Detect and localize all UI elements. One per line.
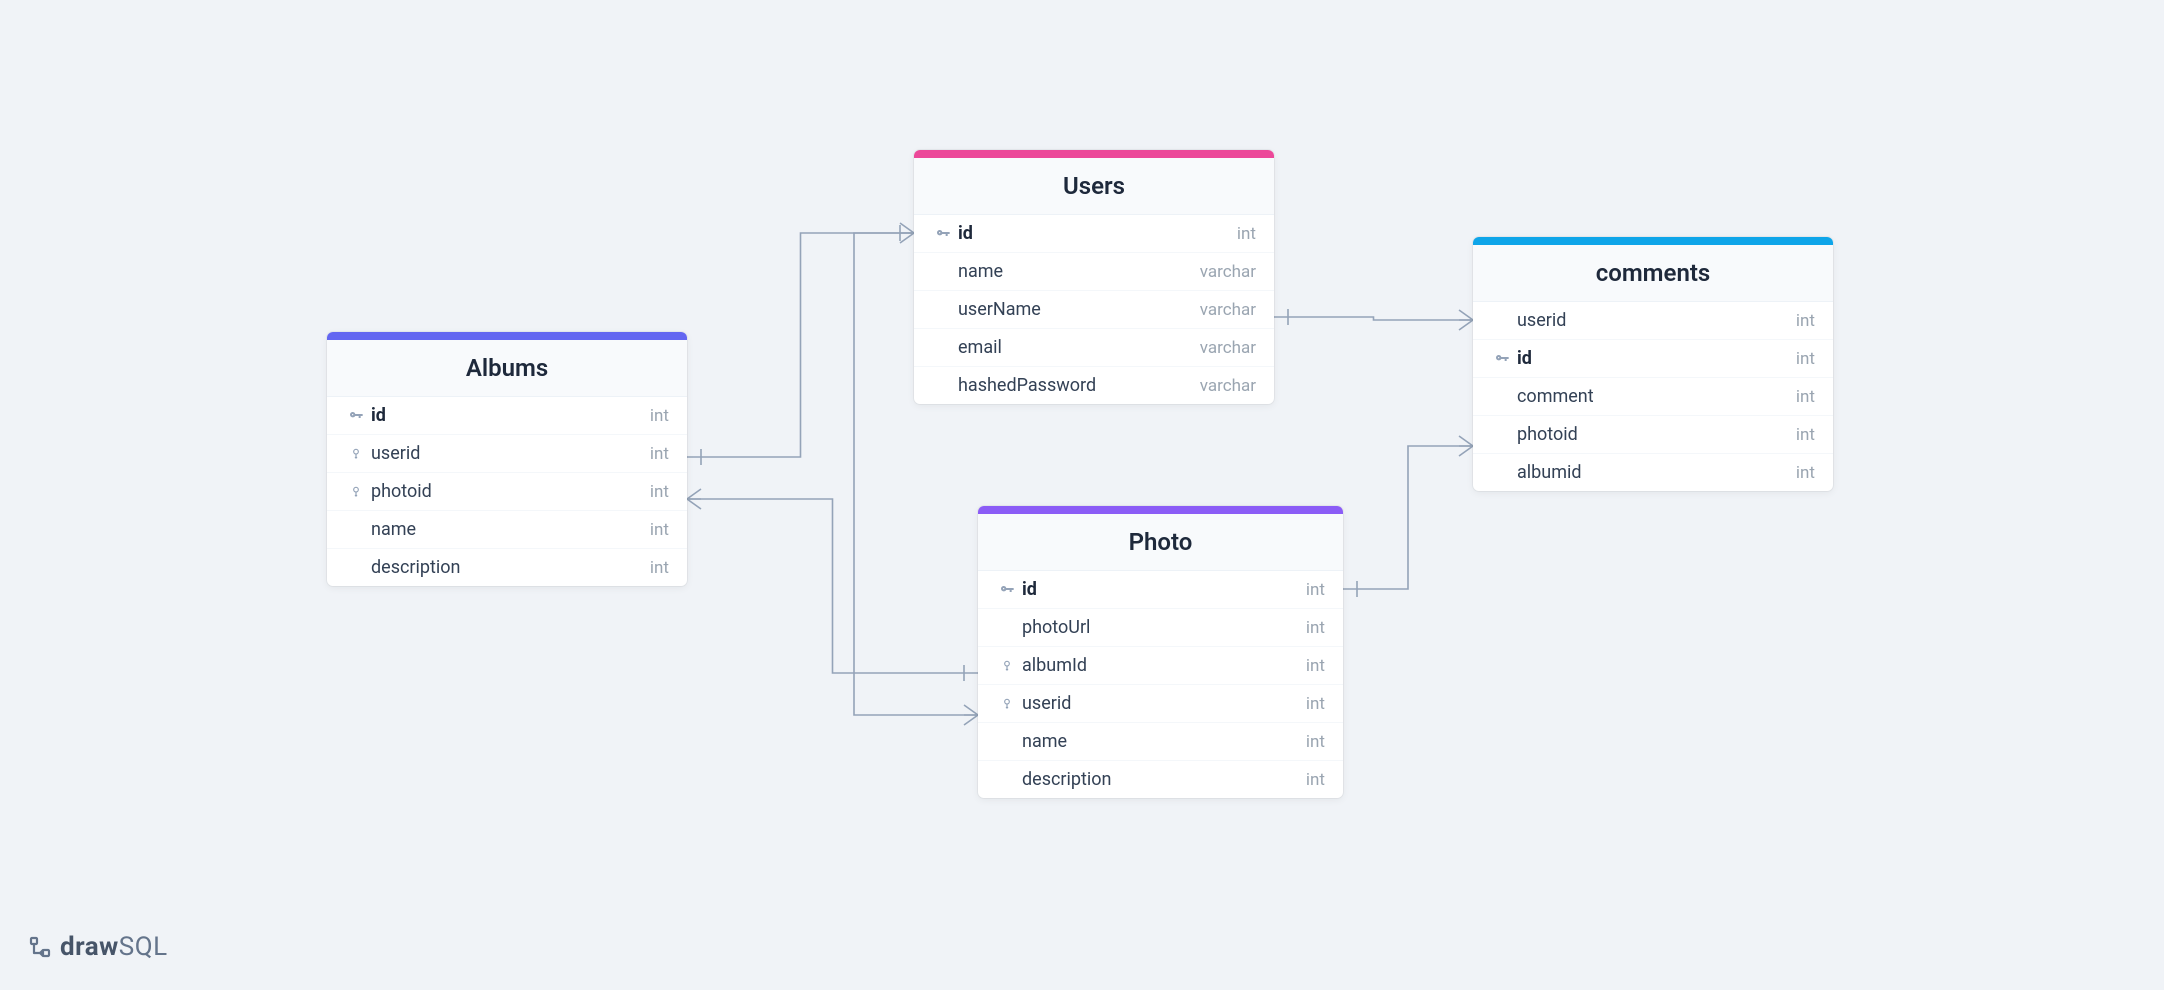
column-name: hashedPassword [954,375,1200,396]
column-type: int [1796,425,1815,445]
column-name: photoUrl [1018,617,1306,638]
table-column-row[interactable]: idint [978,571,1343,609]
column-name: id [1018,579,1306,600]
column-name: description [367,557,650,578]
table-column-row[interactable]: idint [914,215,1274,253]
table-column-row[interactable]: idint [327,397,687,435]
table-column-row[interactable]: descriptionint [327,549,687,586]
column-name: userid [1018,693,1306,714]
column-name: comment [1513,386,1796,407]
table-column-row[interactable]: useridint [978,685,1343,723]
column-type: int [1796,311,1815,331]
column-name: userName [954,299,1200,320]
column-name: userid [1513,310,1796,331]
foreign-key-icon [345,485,367,499]
table-column-row[interactable]: useridint [327,435,687,473]
foreign-key-icon [996,659,1018,673]
column-type: int [1237,224,1256,244]
column-type: int [650,558,669,578]
column-type: int [1306,618,1325,638]
table-column-row[interactable]: photoidint [1473,416,1833,454]
column-type: int [650,444,669,464]
primary-key-icon [996,582,1018,598]
logo-text-sql: SQL [119,932,168,962]
column-name: photoid [1513,424,1796,445]
column-name: albumid [1513,462,1796,483]
column-name: userid [367,443,650,464]
logo-text-draw: draw [60,932,119,962]
column-name: name [1018,731,1306,752]
table-column-row[interactable]: emailvarchar [914,329,1274,367]
table-color-bar [1473,237,1833,245]
table-column-row[interactable]: nameint [327,511,687,549]
column-type: int [1306,580,1325,600]
connection-line [687,233,914,457]
table-title[interactable]: Users [914,158,1274,215]
diagram-canvas[interactable]: Albumsidintuseridintphotoidintnameintdes… [0,0,2164,990]
crows-foot-icon [687,489,701,509]
table-column-row[interactable]: descriptionint [978,761,1343,798]
foreign-key-icon [345,447,367,461]
table-users[interactable]: UsersidintnamevarcharuserNamevarcharemai… [914,150,1274,404]
table-column-row[interactable]: photoUrlint [978,609,1343,647]
table-albums[interactable]: Albumsidintuseridintphotoidintnameintdes… [327,332,687,586]
column-type: varchar [1200,300,1256,320]
table-column-row[interactable]: useridint [1473,302,1833,340]
table-column-row[interactable]: nameint [978,723,1343,761]
crows-foot-icon [1459,310,1473,330]
table-column-row[interactable]: photoidint [327,473,687,511]
column-type: varchar [1200,262,1256,282]
primary-key-icon [1491,351,1513,367]
primary-key-icon [932,226,954,242]
table-column-row[interactable]: hashedPasswordvarchar [914,367,1274,404]
column-name: id [367,405,650,426]
connections-layer [0,0,2164,990]
logo-icon [28,935,52,959]
foreign-key-icon [996,697,1018,711]
column-name: name [954,261,1200,282]
table-column-row[interactable]: commentint [1473,378,1833,416]
column-type: int [650,406,669,426]
column-name: id [1513,348,1796,369]
table-comments[interactable]: commentsuseridintidintcommentintphotoidi… [1473,237,1833,491]
connection-line [1274,317,1473,320]
table-color-bar [327,332,687,340]
crows-foot-icon [964,705,978,725]
column-name: email [954,337,1200,358]
table-color-bar [914,150,1274,158]
connection-line [687,499,978,673]
column-name: description [1018,769,1306,790]
column-name: name [367,519,650,540]
column-name: albumId [1018,655,1306,676]
table-column-row[interactable]: albumIdint [978,647,1343,685]
column-type: int [1796,387,1815,407]
crows-foot-icon [900,223,914,243]
column-type: int [1796,463,1815,483]
column-type: int [1306,656,1325,676]
column-type: varchar [1200,376,1256,396]
column-name: id [954,223,1237,244]
column-name: photoid [367,481,650,502]
connection-line [1343,446,1473,589]
table-column-row[interactable]: namevarchar [914,253,1274,291]
table-photo[interactable]: PhotoidintphotoUrlintalbumIdintuseridint… [978,506,1343,798]
column-type: int [650,520,669,540]
crows-foot-icon [1459,436,1473,456]
table-color-bar [978,506,1343,514]
table-column-row[interactable]: idint [1473,340,1833,378]
column-type: int [1306,770,1325,790]
column-type: int [1796,349,1815,369]
table-title[interactable]: comments [1473,245,1833,302]
column-type: int [1306,694,1325,714]
column-type: varchar [1200,338,1256,358]
drawsql-logo: drawSQL [28,932,168,962]
table-title[interactable]: Albums [327,340,687,397]
table-title[interactable]: Photo [978,514,1343,571]
column-type: int [650,482,669,502]
column-type: int [1306,732,1325,752]
table-column-row[interactable]: userNamevarchar [914,291,1274,329]
table-column-row[interactable]: albumidint [1473,454,1833,491]
primary-key-icon [345,408,367,424]
